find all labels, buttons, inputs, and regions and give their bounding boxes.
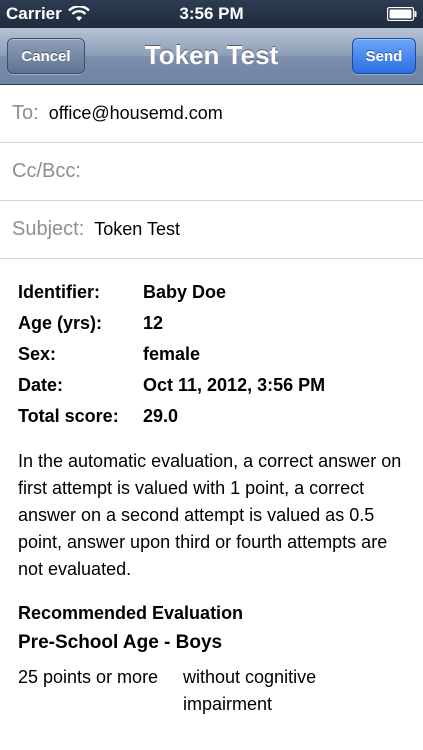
status-bar: Carrier 3:56 PM — [0, 0, 423, 28]
info-value: Oct 11, 2012, 3:56 PM — [143, 375, 326, 395]
info-key: Identifier: — [18, 282, 101, 302]
info-key: Date: — [18, 375, 64, 395]
info-key: Age (yrs): — [18, 313, 103, 333]
info-value: female — [143, 344, 201, 364]
info-value: Baby Doe — [143, 282, 227, 302]
info-row: Total score: 29.0 — [18, 401, 325, 432]
evaluation-points: 25 points or more — [18, 667, 159, 687]
message-body[interactable]: Identifier: Baby Doe Age (yrs): 12 Sex: … — [0, 259, 423, 750]
status-time: 3:56 PM — [179, 4, 244, 23]
group-heading: Pre-School Age - Boys — [18, 632, 223, 653]
recommended-evaluation-heading: Recommended Evaluation — [18, 603, 244, 623]
info-row: Date: Oct 11, 2012, 3:56 PM — [18, 370, 325, 401]
to-field[interactable]: To: office@housemd.com — [0, 85, 423, 143]
info-value: 29.0 — [143, 406, 179, 426]
subject-label: Subject: — [12, 218, 85, 240]
to-label: To: — [12, 102, 39, 124]
send-button[interactable]: Send — [352, 38, 416, 74]
info-row: Identifier: Baby Doe — [18, 277, 325, 308]
evaluation-table: 25 points or more without cognitive impa… — [18, 664, 405, 718]
evaluation-description: In the automatic evaluation, a correct a… — [18, 451, 402, 579]
cc-bcc-label: Cc/Bcc: — [12, 160, 81, 182]
subject-field[interactable]: Subject: Token Test — [0, 201, 423, 259]
battery-icon — [387, 7, 417, 21]
to-value[interactable]: office@housemd.com — [49, 103, 223, 124]
evaluation-result: without cognitive impairment — [183, 667, 317, 714]
cc-bcc-field[interactable]: Cc/Bcc: — [0, 143, 423, 201]
info-row: Age (yrs): 12 — [18, 308, 325, 339]
info-key: Total score: — [18, 406, 119, 426]
subject-value[interactable]: Token Test — [94, 219, 180, 240]
info-key: Sex: — [18, 344, 57, 364]
info-row: Sex: female — [18, 339, 325, 370]
info-table: Identifier: Baby Doe Age (yrs): 12 Sex: … — [18, 277, 325, 432]
info-value: 12 — [143, 313, 164, 333]
table-row: 25 points or more without cognitive impa… — [18, 664, 405, 718]
nav-bar: Cancel Token Test Send — [0, 28, 423, 85]
